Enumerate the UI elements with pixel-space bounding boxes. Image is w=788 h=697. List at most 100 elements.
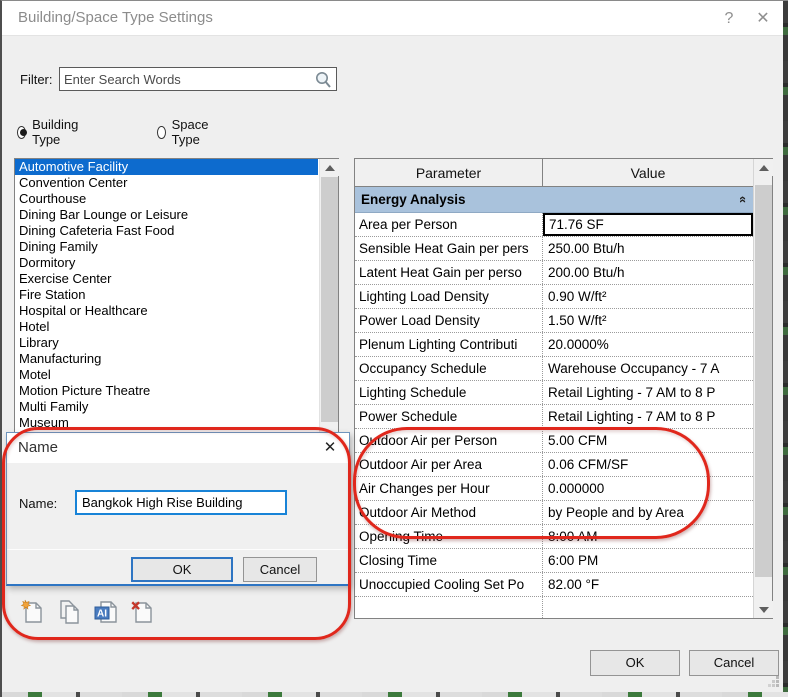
column-header-value[interactable]: Value: [543, 159, 753, 186]
parameter-value-cell[interactable]: Warehouse Occupancy - 7 A: [543, 357, 753, 380]
type-list-items: Automotive Facility Convention Center Cour…: [15, 159, 338, 431]
parameter-row[interactable]: Power Load Density 1.50 W/ft²: [355, 309, 753, 333]
parameter-value-cell[interactable]: 200.00 Btu/h: [543, 261, 753, 284]
parameter-value-cell[interactable]: Retail Lighting - 7 AM to 8 P: [543, 381, 753, 404]
type-list-item[interactable]: Museum: [15, 415, 318, 431]
parameter-value-cell[interactable]: 8:00 AM: [543, 525, 753, 548]
parameter-value-cell[interactable]: 82.00 °F: [543, 573, 753, 596]
type-list-item[interactable]: Dining Bar Lounge or Leisure: [15, 207, 318, 223]
parameter-value-cell[interactable]: 71.76 SF: [543, 213, 753, 236]
parameter-value-cell[interactable]: 1.50 W/ft²: [543, 309, 753, 332]
column-header-parameter[interactable]: Parameter: [355, 159, 543, 186]
collapse-chevron-icon[interactable]: «: [736, 196, 751, 203]
parameter-row[interactable]: Unoccupied Cooling Set Po 82.00 °F: [355, 573, 753, 597]
type-list-item[interactable]: Exercise Center: [15, 271, 318, 287]
parameter-value-cell[interactable]: 0.000000: [543, 477, 753, 500]
parameter-value-cell[interactable]: by People and by Area: [543, 501, 753, 524]
radio-dot: [17, 125, 28, 139]
cancel-button[interactable]: Cancel: [689, 650, 779, 676]
group-title: Energy Analysis: [361, 192, 466, 207]
parameter-row[interactable]: Occupancy Schedule Warehouse Occupancy - …: [355, 357, 753, 381]
type-list-item[interactable]: Hotel: [15, 319, 318, 335]
rename-type-icon[interactable]: AI: [92, 598, 120, 626]
name-input[interactable]: [75, 490, 287, 515]
parameter-value-cell[interactable]: 250.00 Btu/h: [543, 237, 753, 260]
app-background-bottom-edge: [2, 692, 788, 697]
parameter-row[interactable]: Area per Person 71.76 SF: [355, 213, 753, 237]
scroll-up-icon[interactable]: [754, 159, 773, 176]
type-list-item[interactable]: Manufacturing: [15, 351, 318, 367]
parameter-name-cell: Outdoor Air per Person: [355, 429, 543, 452]
parameter-name-cell: Opening Time: [355, 525, 543, 548]
parameter-row[interactable]: Lighting Schedule Retail Lighting - 7 AM …: [355, 381, 753, 405]
name-cancel-button[interactable]: Cancel: [243, 557, 317, 582]
parameter-row[interactable]: Outdoor Air per Area 0.06 CFM/SF: [355, 453, 753, 477]
scroll-up-icon[interactable]: [320, 159, 339, 176]
search-box[interactable]: [59, 67, 337, 91]
parameter-row[interactable]: Closing Time 6:00 PM: [355, 549, 753, 573]
type-list-item[interactable]: Dining Family: [15, 239, 318, 255]
resize-grip[interactable]: [767, 675, 780, 688]
table-scrollbar-thumb[interactable]: [755, 185, 772, 577]
parameter-row[interactable]: Power Schedule Retail Lighting - 7 AM to …: [355, 405, 753, 429]
delete-type-icon[interactable]: [128, 598, 156, 626]
search-icon: [316, 72, 331, 88]
parameter-name-cell: Latent Heat Gain per perso: [355, 261, 543, 284]
name-dialog-title: Name: [18, 439, 59, 456]
name-dialog-separator: [7, 549, 349, 550]
app-background-right-edge: [783, 1, 788, 697]
group-header-energy-analysis[interactable]: Energy Analysis «: [355, 187, 753, 213]
radio-building-type[interactable]: Building Type: [17, 117, 82, 147]
parameter-table-content: Parameter Value Energy Analysis « Area p…: [355, 159, 753, 618]
name-dialog-close-icon[interactable]: ✕: [319, 437, 341, 459]
type-list-item[interactable]: Dining Cafeteria Fast Food: [15, 223, 318, 239]
parameter-row[interactable]: Air Changes per Hour 0.000000: [355, 477, 753, 501]
parameter-table[interactable]: Parameter Value Energy Analysis « Area p…: [354, 158, 773, 619]
close-icon[interactable]: ✕: [750, 7, 776, 31]
type-list-item[interactable]: Courthouse: [15, 191, 318, 207]
parameter-value-cell[interactable]: 5.00 CFM: [543, 429, 753, 452]
parameter-row[interactable]: Outdoor Air Method by People and by Area: [355, 501, 753, 525]
name-dialog: Name ✕ Name: OK Cancel: [6, 432, 350, 586]
search-input[interactable]: [64, 70, 304, 88]
table-header-row: Parameter Value: [355, 159, 753, 187]
parameter-row[interactable]: Opening Time 8:00 AM: [355, 525, 753, 549]
type-list-item[interactable]: Hospital or Healthcare: [15, 303, 318, 319]
parameter-row[interactable]: Plenum Lighting Contributi 20.0000%: [355, 333, 753, 357]
parameter-row[interactable]: Latent Heat Gain per perso 200.00 Btu/h: [355, 261, 753, 285]
parameter-value-cell[interactable]: 6:00 PM: [543, 549, 753, 572]
radio-space-label: Space Type: [171, 117, 209, 147]
type-list-item[interactable]: Multi Family: [15, 399, 318, 415]
building-space-type-settings-dialog: Building/Space Type Settings ? ✕ Filter:…: [0, 0, 788, 697]
table-scrollbar[interactable]: [753, 159, 773, 618]
type-list-item[interactable]: Motion Picture Theatre: [15, 383, 318, 399]
parameter-value-cell[interactable]: 0.06 CFM/SF: [543, 453, 753, 476]
type-list-item[interactable]: Library: [15, 335, 318, 351]
parameter-name-cell: Area per Person: [355, 213, 543, 236]
parameter-name-cell: Occupancy Schedule: [355, 357, 543, 380]
type-list-item[interactable]: Motel: [15, 367, 318, 383]
parameter-row[interactable]: Lighting Load Density 0.90 W/ft²: [355, 285, 753, 309]
type-list-item[interactable]: Fire Station: [15, 287, 318, 303]
parameter-name-cell: Air Changes per Hour: [355, 477, 543, 500]
type-list-item[interactable]: Automotive Facility: [15, 159, 318, 175]
type-list-item[interactable]: Dormitory: [15, 255, 318, 271]
parameter-row[interactable]: Sensible Heat Gain per pers 250.00 Btu/h: [355, 237, 753, 261]
parameter-value-cell[interactable]: 20.0000%: [543, 333, 753, 356]
radio-building-label: Building Type: [32, 117, 79, 147]
type-list-item[interactable]: Convention Center: [15, 175, 318, 191]
name-ok-button[interactable]: OK: [131, 557, 233, 582]
help-icon[interactable]: ?: [716, 7, 742, 31]
duplicate-type-icon[interactable]: [56, 598, 84, 626]
list-scrollbar-thumb[interactable]: [321, 177, 338, 422]
new-type-icon[interactable]: [18, 598, 46, 626]
parameter-value-cell[interactable]: Retail Lighting - 7 AM to 8 P: [543, 405, 753, 428]
parameter-name-cell: Outdoor Air per Area: [355, 453, 543, 476]
parameter-value-cell[interactable]: 0.90 W/ft²: [543, 285, 753, 308]
radio-dot: [157, 125, 166, 139]
scroll-down-icon[interactable]: [754, 601, 773, 618]
name-field-label: Name:: [19, 496, 58, 511]
radio-space-type[interactable]: Space Type: [157, 117, 213, 147]
parameter-row[interactable]: Outdoor Air per Person 5.00 CFM: [355, 429, 753, 453]
ok-button[interactable]: OK: [590, 650, 680, 676]
